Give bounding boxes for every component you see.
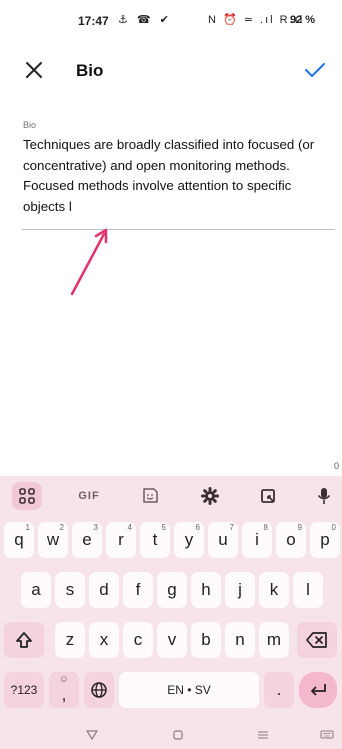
keyboard-icon — [320, 730, 334, 739]
key-label: e — [82, 530, 92, 549]
emoji-comma-key[interactable]: , ☺ — [49, 672, 79, 708]
apps-grid-button[interactable] — [12, 482, 42, 510]
key-q[interactable]: q1 — [4, 522, 34, 558]
app-bar: Bio — [0, 52, 342, 92]
key-i[interactable]: i8 — [242, 522, 272, 558]
key-label: r — [118, 530, 124, 549]
key-label: p — [320, 530, 330, 549]
key-g[interactable]: g — [157, 572, 187, 608]
page-title: Bio — [76, 61, 104, 80]
microphone-icon — [317, 488, 331, 504]
key-b[interactable]: b — [191, 622, 221, 658]
key-e[interactable]: e3 — [72, 522, 102, 558]
keyboard: GIF q 1 w 2 e 3 r 4 t 5 y 6 u 7 i 8 o 9 … — [0, 476, 342, 749]
battery-level: 92 % — [290, 14, 316, 26]
key-z[interactable]: z — [55, 622, 85, 658]
key-u[interactable]: u7 — [208, 522, 238, 558]
key-h[interactable]: h — [191, 572, 221, 608]
save-button[interactable] — [302, 58, 328, 82]
key-f[interactable]: f — [123, 572, 153, 608]
annotation-arrow-icon — [70, 228, 108, 296]
nav-home-icon — [173, 730, 183, 740]
comma-label: , — [61, 685, 67, 704]
key-j[interactable]: j — [225, 572, 255, 608]
back-nav-icon[interactable] — [85, 730, 99, 743]
close-button[interactable] — [22, 58, 46, 82]
globe-icon — [91, 682, 107, 698]
key-hint: 8 — [263, 523, 268, 532]
key-label: w — [46, 530, 60, 549]
key-hint: 4 — [127, 523, 132, 532]
gif-button[interactable]: GIF — [72, 482, 106, 510]
voice-input-button[interactable] — [312, 482, 336, 510]
enter-icon — [311, 684, 326, 696]
key-x[interactable]: x — [89, 622, 119, 658]
period-key[interactable]: . — [264, 672, 294, 708]
grid-icon — [19, 488, 35, 504]
gear-icon — [201, 487, 219, 505]
key-v[interactable]: v — [157, 622, 187, 658]
key-hint: 7 — [229, 523, 234, 532]
sticker-icon — [143, 488, 158, 503]
char-counter: 0 — [334, 461, 340, 471]
symbols-key[interactable]: ?123 — [4, 672, 44, 708]
backspace-icon — [306, 632, 327, 648]
key-n[interactable]: n — [225, 622, 255, 658]
key-d[interactable]: d — [89, 572, 119, 608]
clipboard-button[interactable] — [254, 482, 282, 510]
emoji-hint-icon: ☺ — [58, 674, 69, 685]
shift-key[interactable] — [4, 622, 44, 658]
key-m[interactable]: m — [259, 622, 289, 658]
key-l[interactable]: l — [293, 572, 323, 608]
key-label: y — [184, 530, 194, 549]
key-hint: 2 — [59, 523, 64, 532]
clipboard-icon — [261, 489, 275, 503]
nav-menu-icon — [258, 731, 268, 739]
key-hint: 0 — [331, 523, 336, 532]
key-label: u — [218, 530, 228, 549]
key-hint: 3 — [93, 523, 98, 532]
key-p[interactable]: p0 — [310, 522, 340, 558]
key-label: o — [286, 530, 296, 549]
language-switch-key[interactable] — [84, 672, 114, 708]
key-label: t — [152, 530, 158, 549]
home-nav-icon[interactable] — [173, 730, 183, 743]
key-label: i — [255, 530, 259, 549]
sticker-button[interactable] — [136, 482, 164, 510]
clock: 17:47 — [78, 14, 109, 28]
key-hint: 1 — [25, 523, 30, 532]
key-o[interactable]: o9 — [276, 522, 306, 558]
space-bar[interactable]: EN • SV — [119, 672, 259, 708]
key-s[interactable]: s — [55, 572, 85, 608]
navigation-bar — [0, 728, 342, 749]
key-hint: 6 — [195, 523, 200, 532]
key-r[interactable]: r4 — [106, 522, 136, 558]
keyboard-hide-icon[interactable] — [320, 730, 334, 743]
key-label: q — [14, 530, 24, 549]
bio-field-label: Bio — [23, 120, 37, 130]
key-w[interactable]: w2 — [38, 522, 68, 558]
bio-input[interactable]: Techniques are broadly classified into f… — [23, 135, 328, 217]
status-bar: 17:47 ⚓ ☎ ✔ N ⏰ ≃ .ıl R.ıl 92 % — [0, 0, 342, 32]
close-icon — [26, 62, 42, 78]
backspace-key[interactable] — [297, 622, 337, 658]
keyboard-toolbar: GIF — [0, 476, 342, 516]
settings-button[interactable] — [196, 482, 224, 510]
checkmark-icon — [305, 63, 325, 77]
key-c[interactable]: c — [123, 622, 153, 658]
key-hint: 9 — [297, 523, 302, 532]
recents-nav-icon[interactable] — [257, 730, 269, 743]
key-hint: 5 — [161, 523, 166, 532]
key-k[interactable]: k — [259, 572, 289, 608]
nav-back-icon — [85, 730, 99, 741]
enter-key[interactable] — [299, 672, 337, 708]
key-y[interactable]: y6 — [174, 522, 204, 558]
key-t[interactable]: t5 — [140, 522, 170, 558]
key-a[interactable]: a — [21, 572, 51, 608]
notification-icons: ⚓ ☎ ✔ — [118, 14, 172, 26]
shift-icon — [16, 632, 32, 648]
